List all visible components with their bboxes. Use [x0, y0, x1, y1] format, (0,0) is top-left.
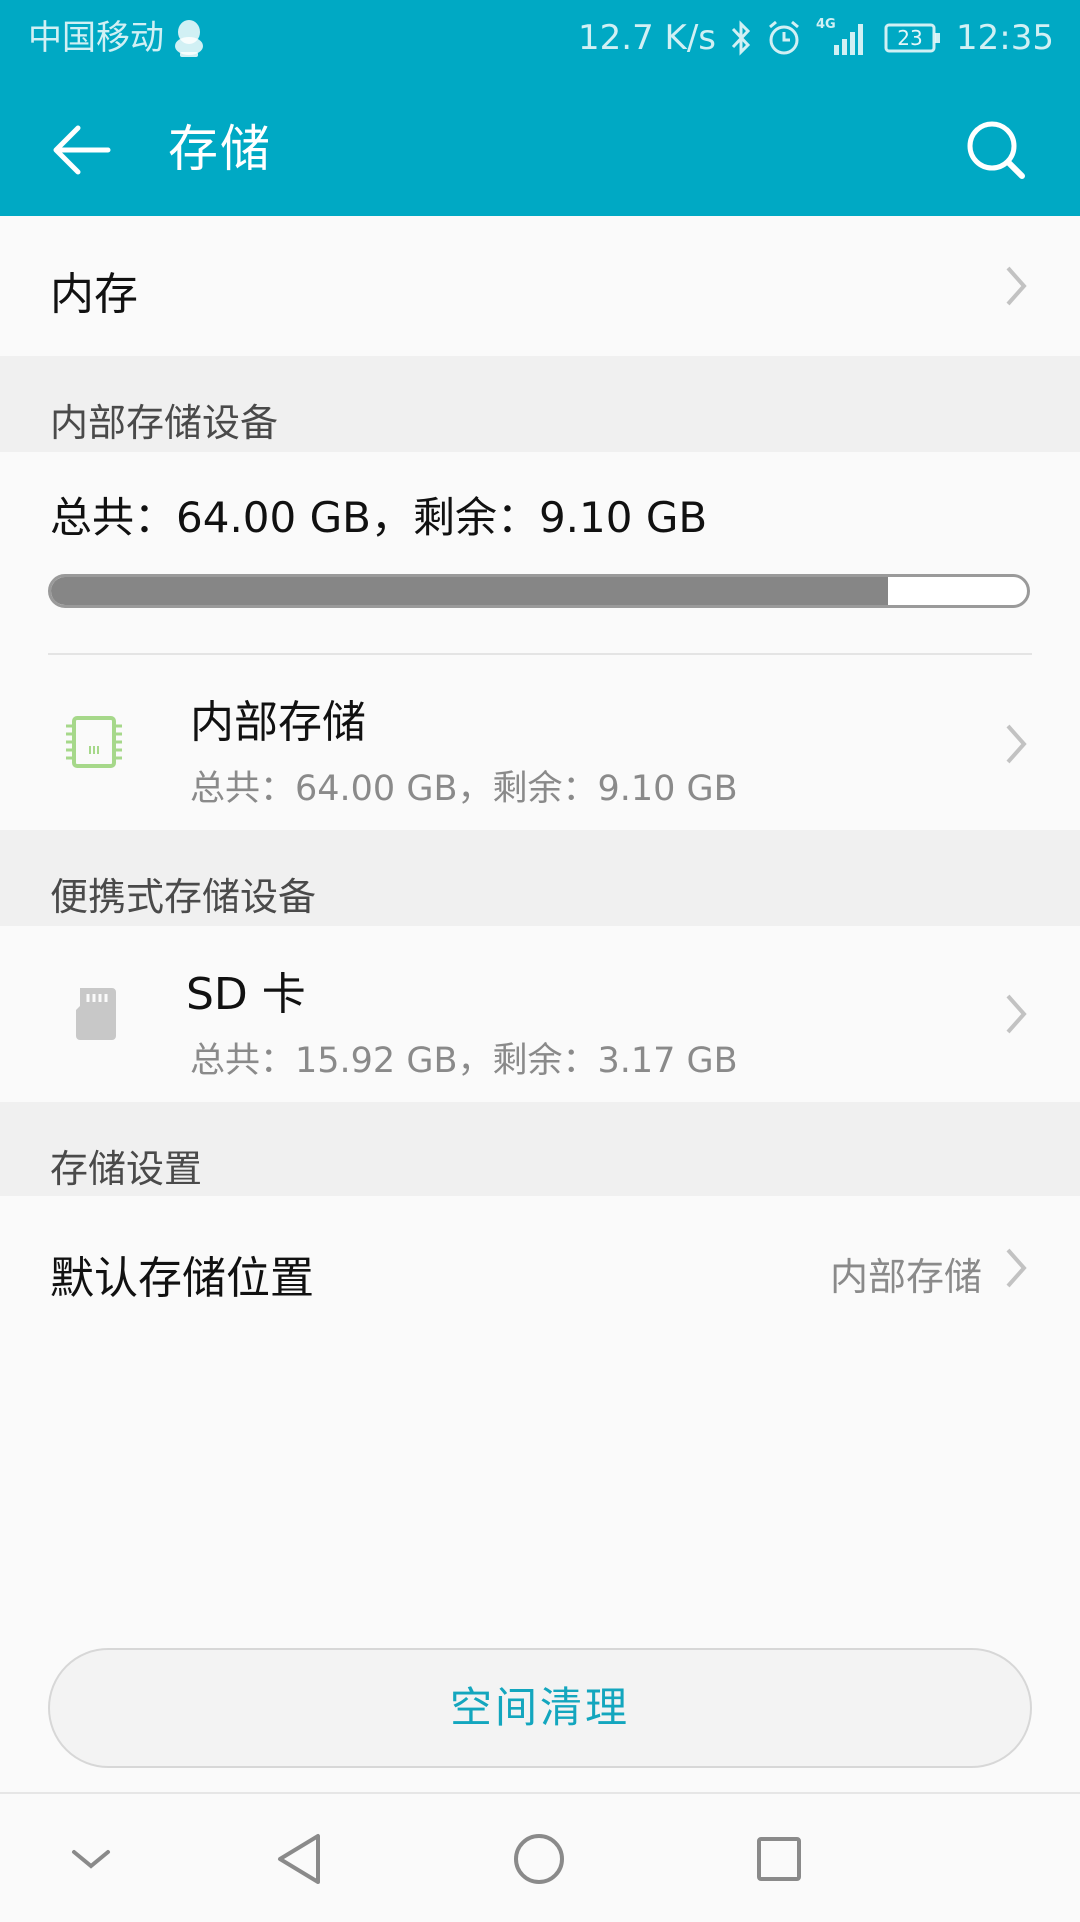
- back-triangle-icon[interactable]: [256, 1814, 346, 1904]
- battery-icon: 23: [884, 22, 942, 54]
- internal-storage-item[interactable]: 内部存储 总共：64.00 GB，剩余：9.10 GB: [0, 656, 1080, 830]
- chevron-right-icon: [1006, 266, 1027, 306]
- network-speed: 12.7 K/s: [578, 18, 717, 58]
- carrier-label: 中国移动: [28, 18, 164, 58]
- settings-section-header: 存储设置: [0, 1102, 1080, 1196]
- chevron-right-icon: [1006, 724, 1027, 764]
- internal-section-title: 内部存储设备: [50, 401, 279, 445]
- default-location-value: 内部存储: [829, 1255, 982, 1299]
- divider: [48, 653, 1032, 655]
- internal-storage-subtitle: 总共：64.00 GB，剩余：9.10 GB: [190, 769, 738, 809]
- storage-summary-text: 总共：64.00 GB，剩余：9.10 GB: [50, 493, 708, 542]
- signal-icon: 4G: [816, 17, 870, 57]
- qq-icon: [172, 18, 206, 58]
- default-location-label: 默认存储位置: [50, 1253, 314, 1304]
- memory-label: 内存: [50, 269, 138, 320]
- chevron-right-icon: [1006, 1248, 1027, 1288]
- chevron-right-icon: [1006, 994, 1027, 1034]
- chip-icon: [66, 716, 122, 768]
- default-location-row[interactable]: 默认存储位置 内部存储: [0, 1196, 1080, 1340]
- storage-summary: 总共：64.00 GB，剩余：9.10 GB: [0, 452, 1080, 656]
- internal-storage-title: 内部存储: [190, 697, 366, 748]
- search-button[interactable]: [956, 110, 1036, 190]
- portable-section-header: 便携式存储设备: [0, 830, 1080, 926]
- network-type: 4G: [816, 17, 836, 32]
- status-bar: 中国移动 12.7 K/s 4G 23 12:35: [0, 0, 1080, 76]
- storage-usage-bar: [48, 574, 1030, 608]
- collapse-icon[interactable]: [46, 1814, 136, 1904]
- storage-usage-fill: [51, 577, 889, 605]
- alarm-icon: [766, 19, 802, 57]
- status-left: 中国移动: [28, 16, 206, 60]
- navigation-bar: [0, 1792, 1080, 1922]
- recents-square-icon[interactable]: [734, 1814, 824, 1904]
- back-button[interactable]: [44, 110, 124, 190]
- arrow-left-icon: [53, 125, 111, 175]
- search-icon: [967, 121, 1025, 179]
- app-bar: 存储: [0, 76, 1080, 216]
- sd-card-item[interactable]: SD 卡 总共：15.92 GB，剩余：3.17 GB: [0, 926, 1080, 1102]
- bluetooth-icon: [730, 19, 752, 57]
- memory-row[interactable]: 内存: [0, 216, 1080, 356]
- sd-card-subtitle: 总共：15.92 GB，剩余：3.17 GB: [190, 1041, 738, 1081]
- page-title: 存储: [168, 120, 272, 178]
- portable-section-title: 便携式存储设备: [50, 875, 317, 919]
- internal-section-header: 内部存储设备: [0, 356, 1080, 452]
- settings-section-title: 存储设置: [50, 1147, 203, 1191]
- sd-card-title: SD 卡: [186, 969, 306, 1020]
- clock: 12:35: [956, 18, 1054, 58]
- space-cleanup-button[interactable]: 空间清理: [48, 1648, 1032, 1768]
- sd-card-icon: [76, 988, 116, 1040]
- home-circle-icon[interactable]: [494, 1814, 584, 1904]
- status-right: 12.7 K/s 4G 23 12:35: [578, 16, 1054, 60]
- battery-level: 23: [897, 26, 923, 50]
